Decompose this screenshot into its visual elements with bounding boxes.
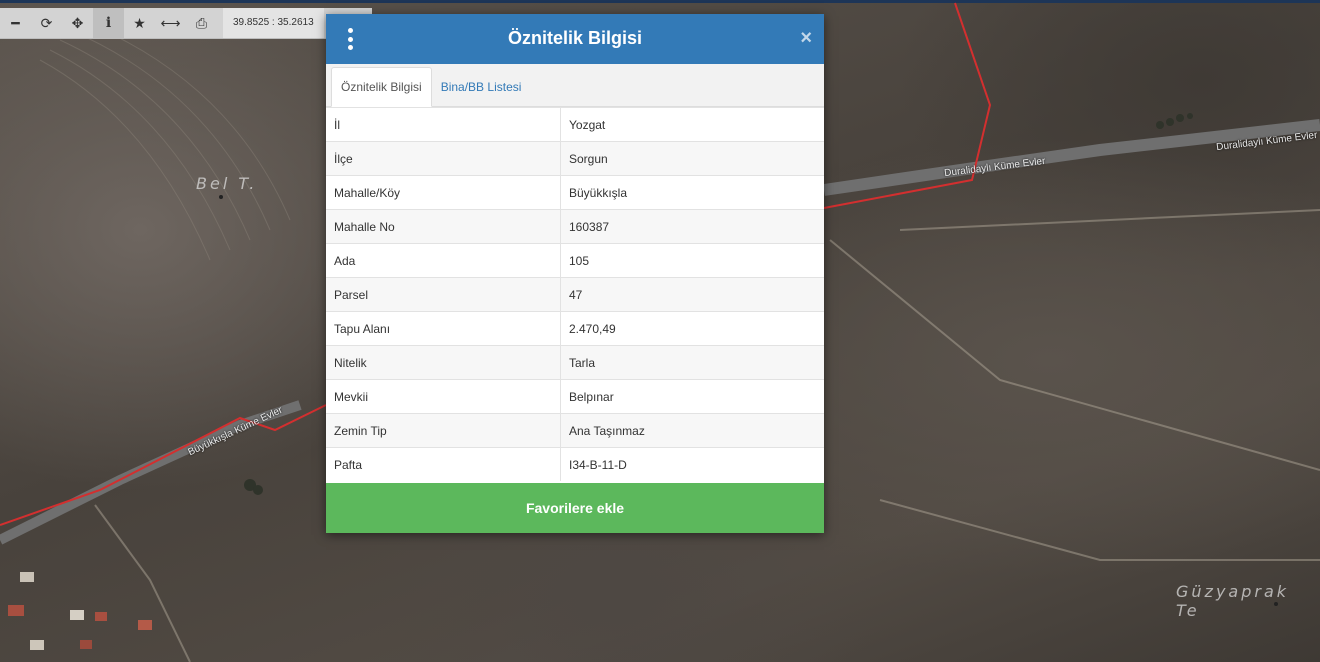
table-row: Ada 105 (326, 243, 824, 278)
row-value: Sorgun (560, 141, 824, 176)
row-value: Yozgat (560, 107, 824, 142)
row-value: 160387 (560, 209, 824, 244)
row-key: Parsel (326, 277, 561, 312)
table-row: Zemin Tip Ana Taşınmaz (326, 413, 824, 448)
map-label-bel-hill: Bel T. (196, 174, 258, 193)
row-key: Nitelik (326, 345, 561, 380)
attribute-table: İl Yozgat İlçe Sorgun Mahalle/Köy Büyükkışl… (326, 107, 824, 481)
row-value: I34-B-11-D (560, 447, 824, 481)
map-label-guzyaprak-hill: Güzyaprak Te (1176, 582, 1290, 620)
table-row: Tapu Alanı 2.470,49 (326, 311, 824, 346)
table-row: Parsel 47 (326, 277, 824, 312)
table-row: İlçe Sorgun (326, 141, 824, 176)
tab-building-list[interactable]: Bina/BB Listesi (432, 68, 531, 106)
row-key: İl (326, 107, 561, 142)
close-icon[interactable]: × (800, 28, 812, 48)
dialog-tabs: Öznitelik Bilgisi Bina/BB Listesi (326, 64, 824, 107)
row-value: Büyükkışla (560, 175, 824, 210)
refresh-icon[interactable]: ⟳ (31, 8, 62, 38)
star-icon[interactable]: ★ (124, 8, 155, 38)
attribute-dialog: Öznitelik Bilgisi × Öznitelik Bilgisi Bi… (326, 14, 824, 533)
row-key: Tapu Alanı (326, 311, 561, 346)
dialog-title: Öznitelik Bilgisi (507, 28, 643, 48)
table-row: Mahalle/Köy Büyükkışla (326, 175, 824, 210)
measure-icon[interactable]: ⟷ (155, 8, 186, 38)
row-key: İlçe (326, 141, 561, 176)
locate-icon[interactable]: ✥ (62, 8, 93, 38)
table-row: İl Yozgat (326, 107, 824, 142)
row-value: Ana Taşınmaz (560, 413, 824, 448)
dialog-header: Öznitelik Bilgisi × (326, 14, 824, 64)
coordinate-readout: 39.8525 : 35.2613 (223, 8, 324, 38)
row-key: Pafta (326, 447, 561, 481)
row-key: Mahalle/Köy (326, 175, 561, 210)
table-row: Pafta I34-B-11-D (326, 447, 824, 481)
table-row: Nitelik Tarla (326, 345, 824, 380)
row-key: Ada (326, 243, 561, 278)
row-value: 2.470,49 (560, 311, 824, 346)
zoom-out-icon[interactable]: ━ (0, 8, 31, 38)
info-icon[interactable]: i (93, 8, 124, 38)
row-key: Mevkii (326, 379, 561, 414)
row-value: Belpınar (560, 379, 824, 414)
row-value: 105 (560, 243, 824, 278)
row-value: 47 (560, 277, 824, 312)
table-row: Mevkii Belpınar (326, 379, 824, 414)
row-key: Mahalle No (326, 209, 561, 244)
tab-attribute-info[interactable]: Öznitelik Bilgisi (331, 67, 432, 107)
row-value: Tarla (560, 345, 824, 380)
map-toolbar: ━ ⟳ ✥ i ★ ⟷ ⎙ 39.8525 : 35.2613 (0, 8, 372, 39)
print-icon[interactable]: ⎙ (186, 8, 217, 38)
row-key: Zemin Tip (326, 413, 561, 448)
table-row: Mahalle No 160387 (326, 209, 824, 244)
add-to-favorites-button[interactable]: Favorilere ekle (326, 483, 824, 533)
